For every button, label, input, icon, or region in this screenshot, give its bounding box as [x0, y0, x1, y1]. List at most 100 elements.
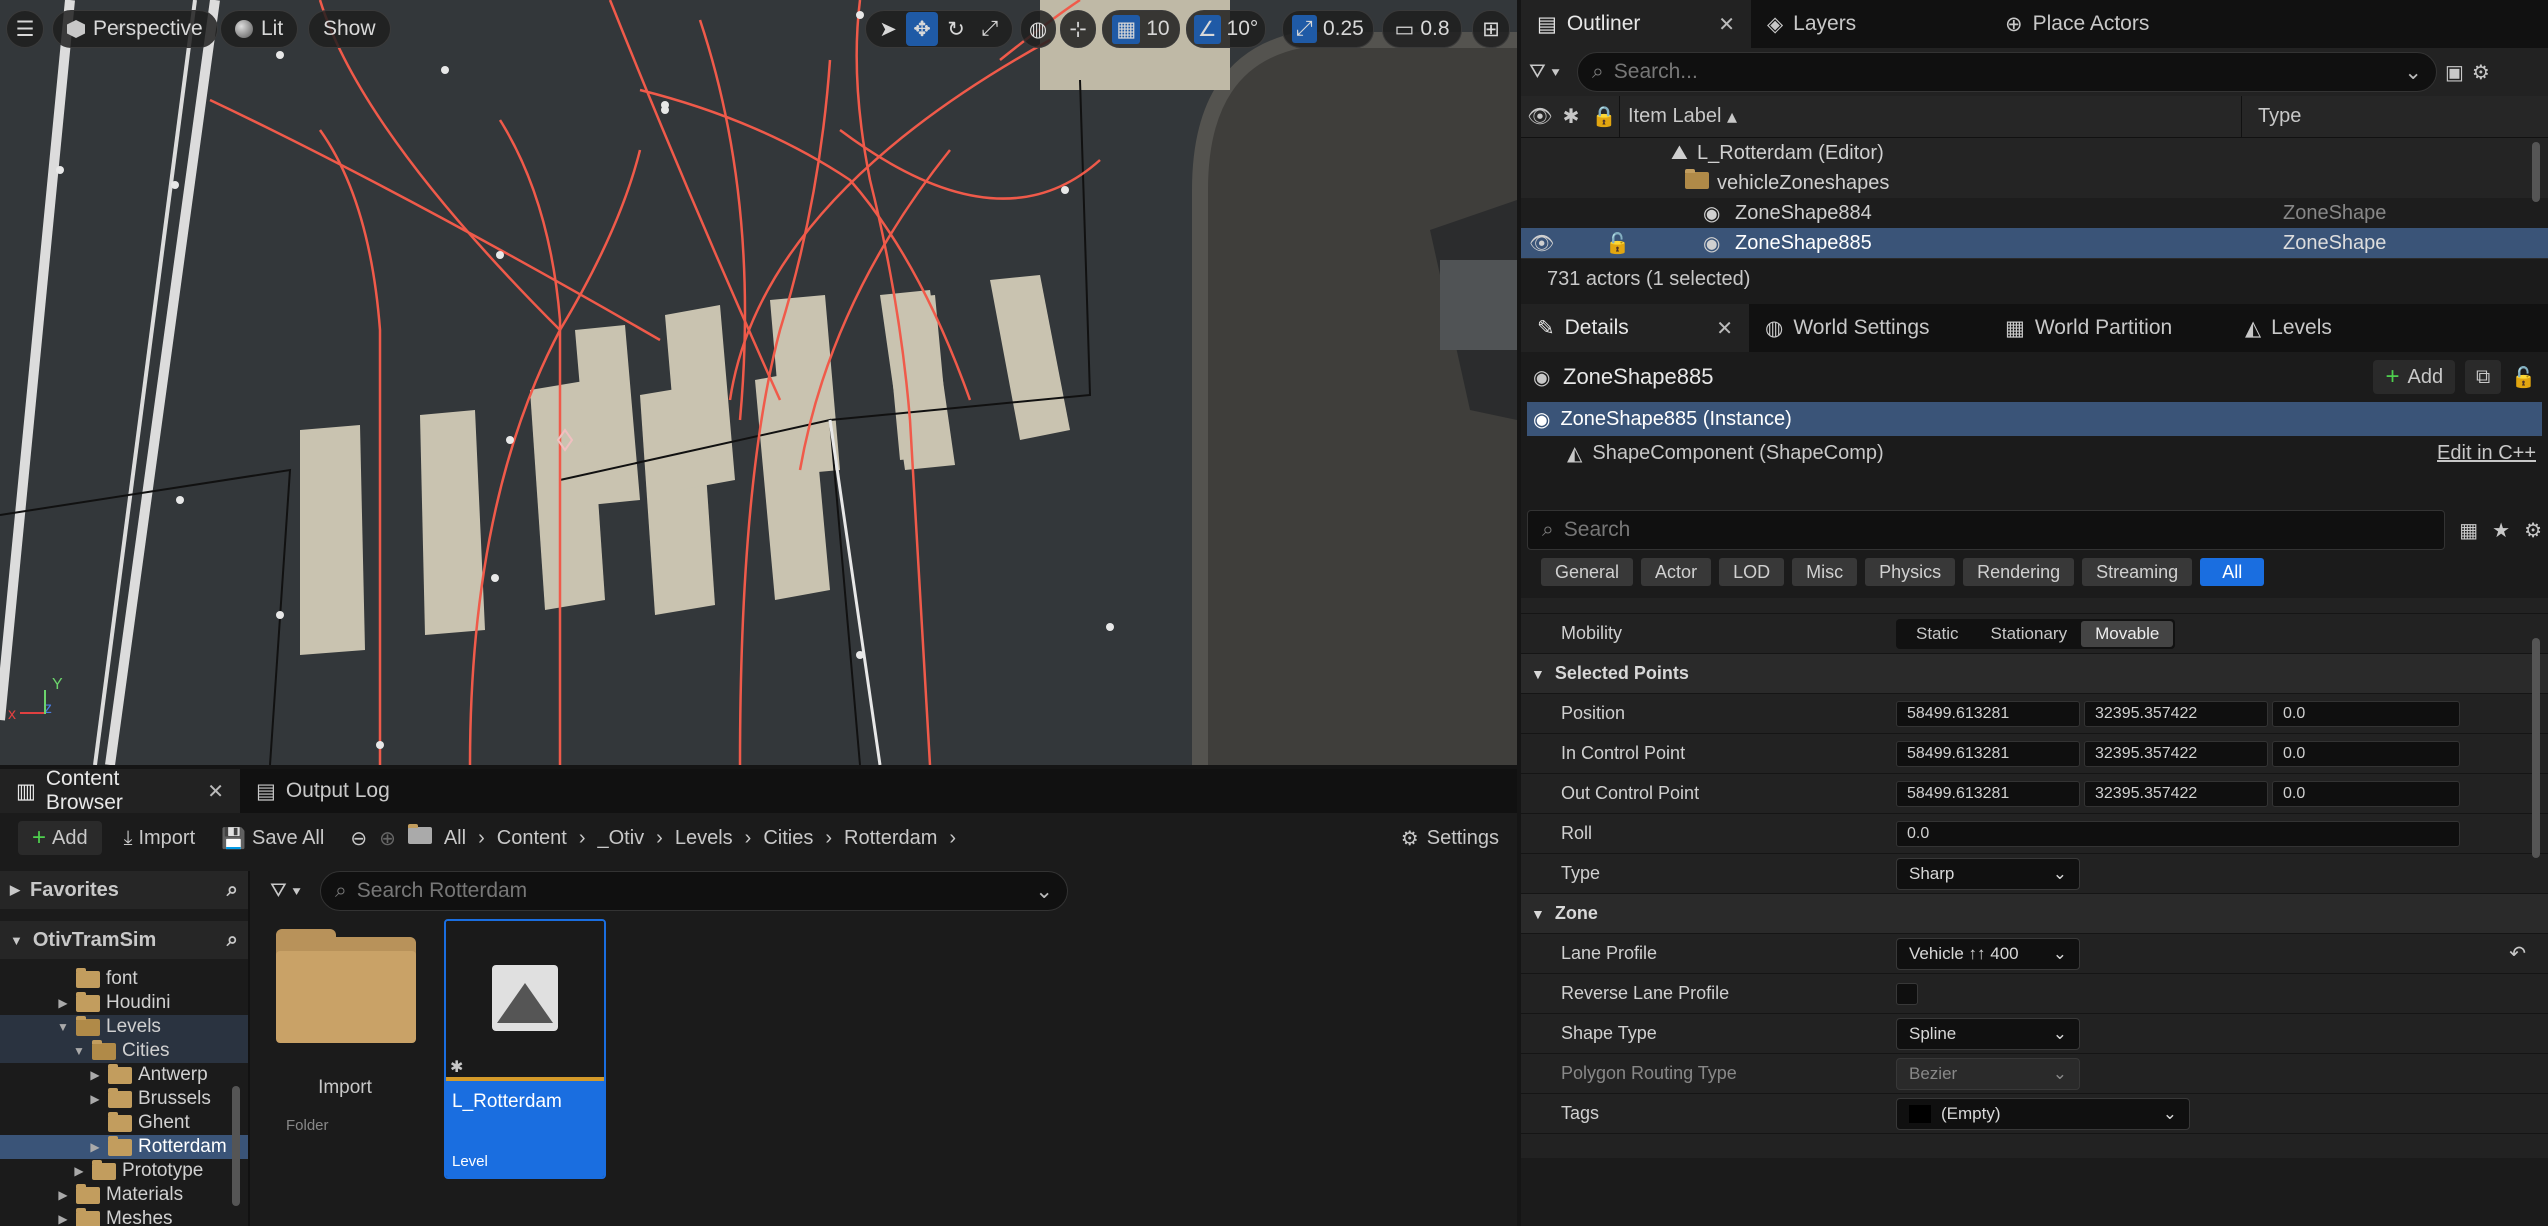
tab-content-browser[interactable]: ▥ Content Browser ✕: [0, 767, 240, 814]
section-selected-points[interactable]: ▼ Selected Points: [1521, 654, 2548, 694]
breadcrumb-content[interactable]: Content: [497, 827, 567, 850]
gear-icon[interactable]: ⚙: [2472, 60, 2490, 85]
mobility-stationary[interactable]: Stationary: [1981, 624, 2078, 644]
tab-outliner[interactable]: ▤ Outliner ✕: [1521, 0, 1751, 48]
gear-icon[interactable]: ⚙: [2524, 518, 2542, 543]
tree-item-rotterdam[interactable]: ▶ Rotterdam: [0, 1135, 248, 1159]
tree-item-prototype[interactable]: ▶ Prototype: [0, 1159, 248, 1183]
star-icon[interactable]: ★: [2492, 518, 2510, 543]
section-zone[interactable]: ▼ Zone: [1521, 894, 2548, 934]
breadcrumb-otiv[interactable]: _Otiv: [597, 827, 644, 850]
filter-misc[interactable]: Misc: [1792, 558, 1858, 586]
reverse-lane-checkbox[interactable]: [1896, 982, 1918, 1005]
tab-details[interactable]: ✎ Details ✕: [1521, 304, 1749, 352]
details-search[interactable]: ⌕ Search: [1527, 510, 2446, 550]
close-icon[interactable]: ✕: [207, 779, 224, 804]
filter-lod[interactable]: LOD: [1719, 558, 1785, 586]
cb-save-all-button[interactable]: 💾 Save All: [221, 826, 324, 851]
tab-levels[interactable]: ◭ Levels: [2229, 304, 2348, 352]
roll-field[interactable]: 0.0: [1896, 820, 2460, 847]
rotation-snap-button[interactable]: ∠ 10°: [1186, 10, 1266, 48]
lock-open-icon[interactable]: 🔓: [1605, 231, 1630, 256]
filter-general[interactable]: General: [1541, 558, 1634, 586]
filter-rendering[interactable]: Rendering: [1963, 558, 2075, 586]
add-component-button[interactable]: + Add: [2373, 360, 2456, 394]
breadcrumb-rotterdam[interactable]: Rotterdam: [844, 827, 937, 850]
view-mode-button[interactable]: Lit: [220, 10, 299, 48]
layout-button[interactable]: ⊞: [1472, 10, 1510, 48]
reset-arrow-icon[interactable]: ↶: [2509, 941, 2526, 966]
close-icon[interactable]: ✕: [1716, 316, 1733, 341]
edit-in-cpp-link[interactable]: Edit in C++: [2437, 442, 2536, 465]
scale-tool[interactable]: ⤢: [974, 12, 1006, 46]
blueprint-icon[interactable]: ⧉: [2465, 360, 2502, 394]
column-type[interactable]: Type: [2241, 96, 2301, 137]
cb-add-button[interactable]: + Add: [18, 821, 102, 855]
in-control-x-field[interactable]: 58499.613281: [1896, 740, 2080, 767]
component-row-shape[interactable]: ◭ ShapeComponent (ShapeComp) Edit in C++: [1527, 436, 2542, 470]
filter-icon[interactable]: ⛛ ▾: [1529, 61, 1569, 84]
table-view-icon[interactable]: ▦: [2459, 518, 2478, 543]
show-button[interactable]: Show: [308, 10, 391, 48]
lock-icon[interactable]: 🔒: [1589, 104, 1619, 129]
out-control-x-field[interactable]: 58499.613281: [1896, 780, 2080, 807]
tree-item-font[interactable]: font: [0, 967, 248, 991]
position-x-field[interactable]: 58499.613281: [1896, 700, 2080, 727]
viewport-scene[interactable]: [0, 0, 1517, 765]
outliner-row-actor[interactable]: ◉ ZoneShape884 ZoneShape: [1521, 198, 2548, 228]
search-icon[interactable]: ⌕: [227, 929, 238, 952]
asset-tile-l-rotterdam[interactable]: ✱ L_Rotterdam Level: [444, 919, 606, 1179]
level-viewport[interactable]: ☰ Perspective Lit Show ➤ ✥ ↻ ⤢ ◍ ⊹ ▦ 10 …: [0, 0, 1517, 765]
asset-tile-import-folder[interactable]: Import Folder: [270, 929, 420, 1169]
eye-icon[interactable]: 👁: [1529, 231, 1554, 256]
filter-streaming[interactable]: Streaming: [2082, 558, 2193, 586]
details-scrollbar[interactable]: [2532, 638, 2540, 858]
tab-output-log[interactable]: ▤ Output Log: [240, 769, 406, 813]
tree-item-levels[interactable]: ▼ Levels: [0, 1015, 248, 1039]
filter-icon[interactable]: ⛛ ▾: [270, 880, 310, 903]
close-icon[interactable]: ✕: [1718, 12, 1735, 37]
scale-snap-button[interactable]: ⤢ 0.25: [1282, 10, 1374, 48]
breadcrumb-all[interactable]: All: [444, 827, 466, 850]
back-icon[interactable]: ⊖: [350, 826, 367, 851]
position-z-field[interactable]: 0.0: [2272, 700, 2460, 727]
tree-item-ghent[interactable]: Ghent: [0, 1111, 248, 1135]
star-icon[interactable]: ✱: [1553, 104, 1589, 129]
outliner-row-level[interactable]: ⛰ L_Rotterdam (Editor): [1521, 138, 2548, 168]
mobility-movable[interactable]: Movable: [2081, 620, 2174, 647]
tree-item-materials[interactable]: ▶ Materials: [0, 1183, 248, 1207]
out-control-y-field[interactable]: 32395.357422: [2084, 780, 2268, 807]
in-control-z-field[interactable]: 0.0: [2272, 740, 2460, 767]
cb-settings-button[interactable]: ⚙ Settings: [1401, 826, 1499, 851]
cb-search[interactable]: ⌕ Search Rotterdam ⌄: [320, 871, 1068, 911]
position-y-field[interactable]: 32395.357422: [2084, 700, 2268, 727]
outliner-scrollbar[interactable]: [2532, 142, 2540, 202]
tab-layers[interactable]: ◈ Layers: [1751, 0, 1989, 48]
filter-physics[interactable]: Physics: [1865, 558, 1956, 586]
outliner-row-folder[interactable]: vehicleZoneshapes: [1521, 168, 2548, 198]
mobility-static[interactable]: Static: [1898, 624, 1977, 644]
in-control-y-field[interactable]: 32395.357422: [2084, 740, 2268, 767]
column-item-label[interactable]: Item Label ▴: [1619, 96, 2241, 137]
grid-snap-button[interactable]: ▦ 10: [1102, 10, 1180, 48]
breadcrumb-levels[interactable]: Levels: [675, 827, 733, 850]
forward-icon[interactable]: ⊕: [379, 826, 396, 851]
outliner-row-actor-selected[interactable]: 👁 🔓 ◉ ZoneShape885 ZoneShape: [1521, 228, 2548, 258]
tab-world-partition[interactable]: ▦ World Partition: [1989, 304, 2229, 352]
search-icon[interactable]: ⌕: [227, 879, 238, 902]
tab-place-actors[interactable]: ⊕ Place Actors: [1989, 0, 2165, 48]
filter-all[interactable]: All: [2200, 558, 2265, 586]
viewport-menu-button[interactable]: ☰: [6, 10, 44, 48]
tree-item-antwerp[interactable]: ▶ Antwerp: [0, 1063, 248, 1087]
select-tool[interactable]: ➤: [872, 12, 904, 46]
add-folder-icon[interactable]: ▣: [2445, 60, 2464, 85]
lock-icon[interactable]: 🔓: [2511, 365, 2536, 390]
tree-item-cities[interactable]: ▼ Cities: [0, 1039, 248, 1063]
rotate-tool[interactable]: ↻: [940, 12, 972, 46]
cb-import-button[interactable]: ⤓ Import: [124, 827, 196, 850]
lane-profile-dropdown[interactable]: Vehicle ↑↑ 400 ⌄: [1896, 937, 2080, 970]
camera-speed-button[interactable]: ▭ 0.8: [1382, 10, 1462, 48]
breadcrumb-cities[interactable]: Cities: [763, 827, 813, 850]
surface-snap-button[interactable]: ⊹: [1060, 10, 1096, 48]
shape-type-dropdown[interactable]: Spline ⌄: [1896, 1017, 2080, 1050]
